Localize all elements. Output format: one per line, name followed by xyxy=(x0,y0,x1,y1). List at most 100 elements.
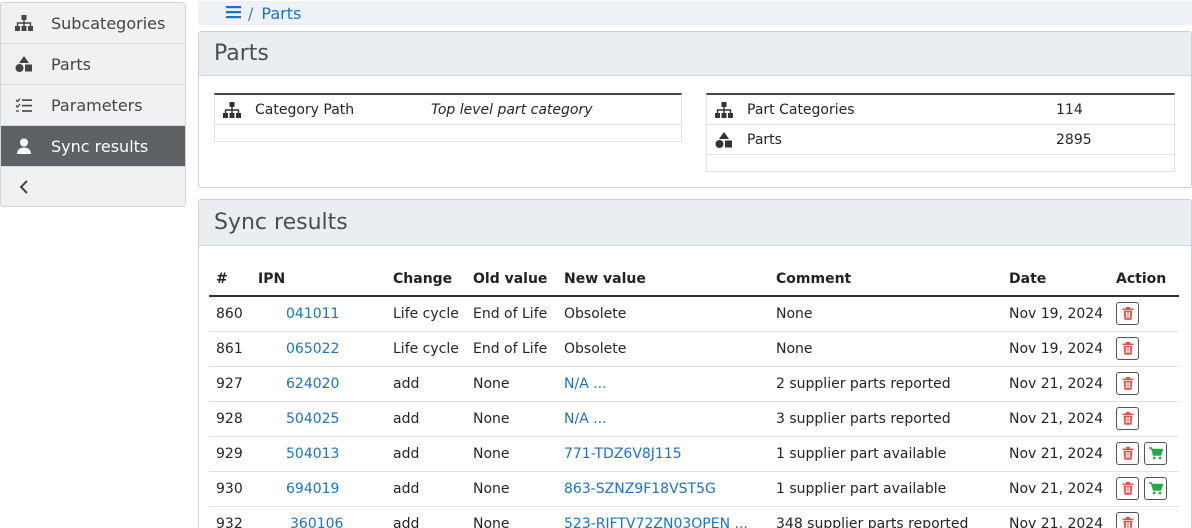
trash-icon xyxy=(1122,342,1133,355)
sidebar-item-label: Parts xyxy=(51,54,91,74)
empty-row xyxy=(707,155,1174,171)
action-cell xyxy=(1109,471,1179,507)
delete-button[interactable] xyxy=(1116,372,1139,395)
column-header[interactable]: IPN xyxy=(251,262,386,297)
action-cell xyxy=(1109,296,1179,332)
order-button[interactable] xyxy=(1144,477,1167,500)
table-row: 928 504025 add None N/A ... 3 supplier parts … xyxy=(209,401,1179,437)
stat-label: Part Categories xyxy=(747,101,855,118)
ipn-link[interactable]: 694019 xyxy=(286,481,339,497)
comment: 348 supplier parts reported xyxy=(769,506,1002,528)
category-path-label: Category Path xyxy=(255,101,355,118)
breadcrumb-separator: / xyxy=(248,3,254,23)
parts-panel: Parts Category Path Top level part categ… xyxy=(198,31,1192,188)
empty-row xyxy=(215,125,681,141)
stats-table: Part Categories 114 Parts 2895 xyxy=(706,93,1175,172)
hamburger-icon[interactable] xyxy=(226,4,242,24)
column-header: Action xyxy=(1109,262,1179,297)
stat-value: 2895 xyxy=(1056,131,1092,148)
old-value: End of Life xyxy=(466,331,557,367)
column-header[interactable]: Comment xyxy=(769,262,1002,297)
old-value: None xyxy=(466,471,557,507)
comment: 1 supplier part available xyxy=(769,471,1002,507)
comment: 2 supplier parts reported xyxy=(769,366,1002,402)
sidebar-item-subcategories[interactable]: Subcategories xyxy=(1,3,185,44)
new-value-link[interactable]: 523-RJFTV72ZN03OPEN ... xyxy=(564,516,748,528)
date: Nov 21, 2024 xyxy=(1002,436,1109,472)
column-header[interactable]: New value xyxy=(557,262,769,297)
sidebar-item-label: Subcategories xyxy=(51,13,166,33)
new-value: Obsolete xyxy=(564,305,627,322)
date: Nov 19, 2024 xyxy=(1002,331,1109,367)
sidebar-item-label: Sync results xyxy=(51,136,149,156)
change-type: add xyxy=(386,436,466,472)
ipn-link[interactable]: 065022 xyxy=(286,341,339,357)
order-button[interactable] xyxy=(1144,442,1167,465)
new-value-link[interactable]: N/A ... xyxy=(564,411,607,427)
table-row: 929 504013 add None 771-TDZ6V8J115 1 supplier… xyxy=(209,436,1179,472)
delete-button[interactable] xyxy=(1116,442,1139,465)
cart-icon xyxy=(1148,482,1163,495)
stat-row-part-categories: Part Categories 114 xyxy=(707,95,1174,125)
ipn-link[interactable]: 041011 xyxy=(286,306,339,322)
action-cell xyxy=(1109,331,1179,367)
date: Nov 21, 2024 xyxy=(1002,506,1109,528)
trash-icon xyxy=(1122,447,1133,460)
column-header[interactable]: Change xyxy=(386,262,466,297)
action-cell xyxy=(1109,506,1179,528)
breadcrumb-link-parts[interactable]: Parts xyxy=(261,4,301,23)
date: Nov 19, 2024 xyxy=(1002,296,1109,332)
old-value: None xyxy=(466,366,557,402)
category-path-table: Category Path Top level part category xyxy=(214,93,682,142)
delete-button[interactable] xyxy=(1116,477,1139,500)
ipn-link[interactable]: 504013 xyxy=(286,446,339,462)
sidebar-item-parameters[interactable]: Parameters xyxy=(1,85,185,126)
stat-label: Parts xyxy=(747,131,782,148)
trash-icon xyxy=(1122,482,1133,495)
table-header-row: # IPN Change Old value New value Comment… xyxy=(209,262,1179,297)
table-row: 861 065022 Life cycle End of Life Obsolete No… xyxy=(209,331,1179,367)
ipn-link[interactable]: 504025 xyxy=(286,411,339,427)
sidebar-item-parts[interactable]: Parts xyxy=(1,44,185,85)
trash-icon xyxy=(1122,517,1133,528)
change-type: add xyxy=(386,366,466,402)
new-value: Obsolete xyxy=(564,340,627,357)
change-type: add xyxy=(386,471,466,507)
trash-icon xyxy=(1122,412,1133,425)
row-id: 930 xyxy=(209,471,251,507)
ipn-link[interactable]: 624020 xyxy=(286,376,339,392)
action-cell xyxy=(1109,401,1179,437)
table-row: 930 694019 add None 863-SZNZ9F18VST5G 1 suppl… xyxy=(209,471,1179,507)
sitemap-icon xyxy=(715,101,733,118)
shapes-icon xyxy=(715,131,733,148)
trash-icon xyxy=(1122,377,1133,390)
delete-button[interactable] xyxy=(1116,512,1139,528)
delete-button[interactable] xyxy=(1116,337,1139,360)
new-value-link[interactable]: 771-TDZ6V8J115 xyxy=(564,446,682,462)
change-type: Life cycle xyxy=(386,331,466,367)
sidebar-item-sync-results[interactable]: Sync results xyxy=(1,126,185,167)
old-value: None xyxy=(466,401,557,437)
column-header[interactable]: Old value xyxy=(466,262,557,297)
chevron-left-icon xyxy=(13,178,35,196)
column-header[interactable]: # xyxy=(209,262,251,297)
new-value-link[interactable]: 863-SZNZ9F18VST5G xyxy=(564,481,716,497)
user-icon xyxy=(13,137,35,155)
delete-button[interactable] xyxy=(1116,407,1139,430)
delete-button[interactable] xyxy=(1116,302,1139,326)
sidebar-collapse-button[interactable] xyxy=(1,167,185,206)
trash-icon xyxy=(1122,307,1133,321)
list-check-icon xyxy=(13,96,35,114)
row-id: 861 xyxy=(209,331,251,367)
row-id: 929 xyxy=(209,436,251,472)
comment: 1 supplier part available xyxy=(769,436,1002,472)
column-header[interactable]: Date xyxy=(1002,262,1109,297)
category-path-value: Top level part category xyxy=(431,101,593,118)
new-value-link[interactable]: N/A ... xyxy=(564,376,607,392)
row-id: 927 xyxy=(209,366,251,402)
ipn-link[interactable]: 360106 xyxy=(290,516,343,528)
old-value: None xyxy=(466,436,557,472)
row-id: 928 xyxy=(209,401,251,437)
change-type: add xyxy=(386,506,466,528)
sidebar: Subcategories Parts Parameters Sync resu… xyxy=(0,2,186,207)
